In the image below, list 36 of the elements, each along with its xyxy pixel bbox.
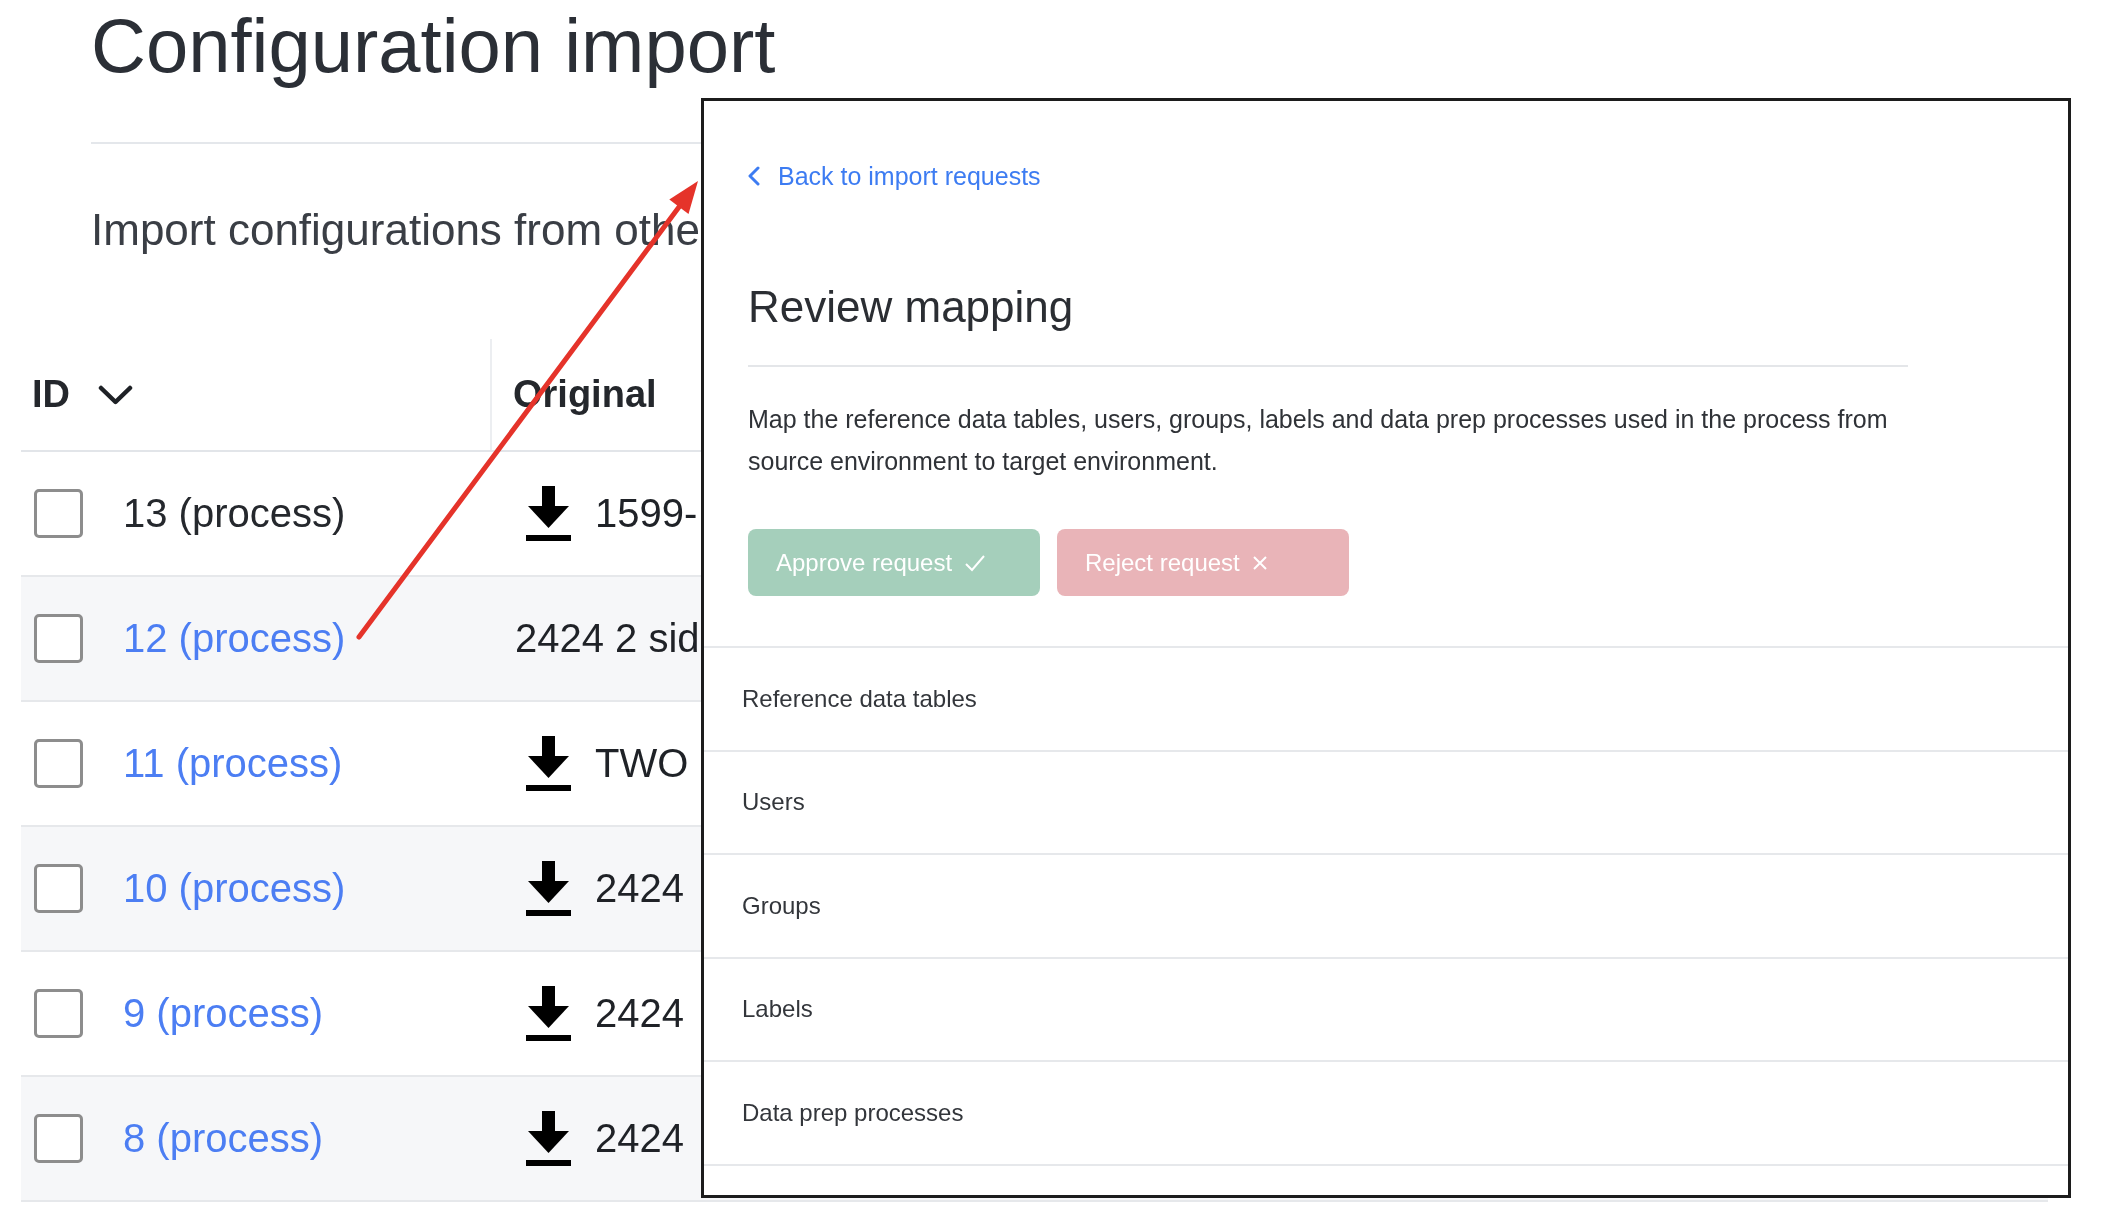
id-link[interactable]: 8 (process)	[123, 1116, 324, 1161]
download-icon[interactable]	[526, 736, 571, 791]
checkbox[interactable]	[34, 489, 83, 538]
back-link[interactable]: Back to import requests	[748, 161, 1041, 191]
panel-title: Review mapping	[748, 282, 1074, 332]
id-link[interactable]: 10 (process)	[123, 866, 346, 911]
download-icon[interactable]	[526, 986, 571, 1041]
original-cell: 2424	[595, 866, 684, 911]
column-header[interactable]: ID	[32, 373, 70, 416]
id-link[interactable]: 9 (process)	[123, 991, 324, 1036]
checkbox[interactable]	[34, 614, 83, 663]
download-icon[interactable]	[526, 861, 571, 916]
original-cell: 2424	[595, 991, 684, 1036]
chevron-left-icon	[748, 166, 760, 186]
section-label: Data prep processes	[742, 1098, 964, 1127]
section-label: Groups	[742, 891, 821, 920]
check-icon	[964, 553, 987, 572]
id-text: 13 (process)	[123, 491, 346, 536]
checkbox[interactable]	[34, 864, 83, 913]
download-icon[interactable]	[526, 1111, 571, 1166]
close-icon	[1251, 554, 1268, 571]
checkbox[interactable]	[34, 1114, 83, 1163]
original-cell: 2424	[595, 1116, 684, 1161]
panel-description: Map the reference data tables, users, groups, labels and data prep processes used in the process from source environment to target environment.	[748, 404, 1889, 477]
checkbox[interactable]	[34, 739, 83, 788]
id-link[interactable]: 12 (process)	[123, 616, 346, 661]
original-cell: 2424 2 sid	[515, 616, 700, 661]
download-icon[interactable]	[526, 486, 571, 541]
original-cell: 1599-	[595, 491, 698, 536]
checkbox[interactable]	[34, 989, 83, 1038]
chevron-down-icon[interactable]	[98, 384, 133, 405]
id-link[interactable]: 11 (process)	[123, 741, 343, 786]
section-label: Labels	[742, 995, 813, 1024]
section-label: Reference data tables	[742, 684, 977, 713]
section-label: Users	[742, 788, 805, 817]
original-cell: TWO	[595, 741, 689, 786]
